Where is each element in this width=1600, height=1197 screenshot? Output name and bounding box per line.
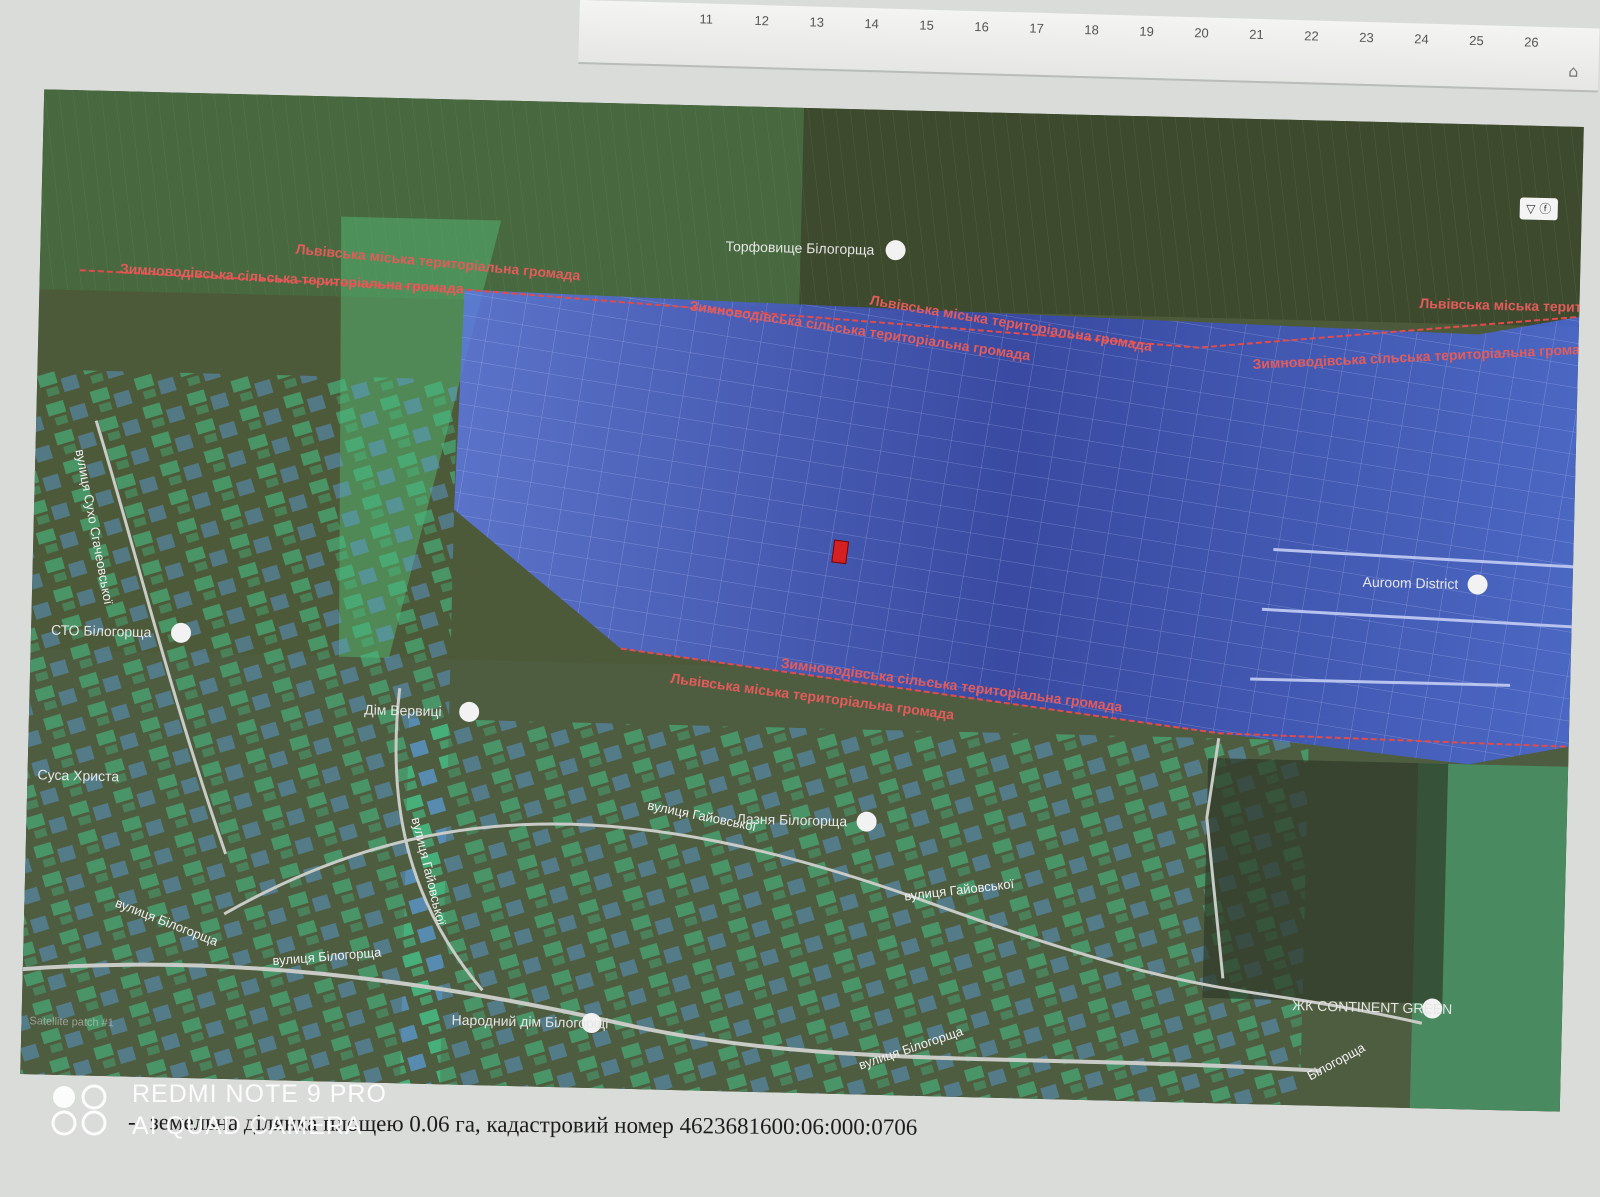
ruler-tick: 12: [754, 12, 770, 29]
ruler-tick: 17: [1029, 20, 1045, 36]
filter-icon[interactable]: ▽ ⓕ: [1519, 197, 1559, 221]
ruler-tick: 18: [1084, 22, 1100, 38]
indent-marker-icon[interactable]: ⌂: [1568, 62, 1579, 81]
poi-label: Дім Вервиці: [364, 701, 442, 719]
ruler-tick: 13: [809, 14, 825, 30]
document-ruler[interactable]: 11 12 13 14 15 16 17 18 19 20 21 22 23 2…: [578, 0, 1600, 93]
map-canvas: Львівська міська територіальна громада З…: [20, 89, 1584, 1112]
poi-label: Aurоom District: [1362, 574, 1458, 592]
ruler-tick: 19: [1139, 23, 1155, 40]
ruler-tick: 25: [1469, 32, 1484, 49]
corner-label: Satellite patch #1: [29, 1015, 114, 1029]
selected-parcel[interactable]: [831, 539, 850, 565]
watermark-logo-icon: [51, 1084, 107, 1136]
ruler-tick: 11: [699, 11, 714, 27]
ruler-tick: 22: [1304, 28, 1319, 44]
cadastral-map[interactable]: Львівська міська територіальна громада З…: [20, 89, 1584, 1112]
ruler-tick: 21: [1249, 26, 1264, 43]
watermark-camera: AI QUAD CAMERA: [132, 1112, 363, 1140]
south-residential: [400, 718, 1309, 1106]
poi-label: Суса Христа: [37, 766, 119, 784]
east-forest: [1202, 757, 1449, 1004]
ruler-tick: 16: [974, 19, 990, 35]
ruler-tick: 26: [1523, 34, 1539, 50]
poi-label: СТО Білогорща: [51, 622, 152, 640]
ruler-tick: 14: [864, 15, 880, 32]
ruler-tick: 15: [919, 17, 935, 33]
watermark-device: REDMI NOTE 9 PRO: [132, 1080, 387, 1108]
ruler-tick: 20: [1194, 25, 1209, 41]
ruler-tick: 24: [1414, 31, 1429, 47]
ruler-tick: 23: [1359, 29, 1374, 46]
